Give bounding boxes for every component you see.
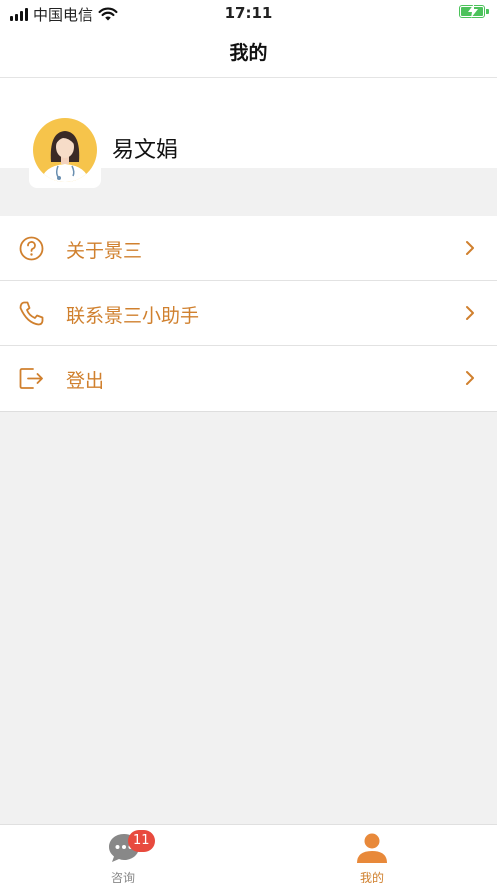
- status-time: 17:11: [224, 4, 273, 22]
- page-title: 我的: [229, 42, 268, 64]
- user-name: 易文娟: [112, 138, 179, 163]
- chevron-right-icon: [466, 371, 474, 385]
- unread-badge: 11: [128, 830, 155, 852]
- menu-list: 关于景三 联系景三小助手 登出: [0, 216, 497, 412]
- tab-label: 我的: [359, 871, 384, 883]
- tab-consult[interactable]: 11 咨询: [0, 825, 248, 883]
- tab-label: 咨询: [110, 871, 135, 883]
- profile-section: 易文娟: [0, 78, 497, 188]
- tab-bar: 11 咨询 我的: [0, 824, 497, 883]
- battery-icon: [459, 4, 489, 18]
- phone-icon: [19, 301, 44, 326]
- person-icon: [357, 833, 387, 863]
- menu-item-label: 关于景三: [66, 240, 143, 262]
- chevron-right-icon: [466, 241, 474, 255]
- chevron-right-icon: [466, 306, 474, 320]
- nav-bar: 我的: [0, 26, 497, 78]
- doctor-avatar-icon: [41, 131, 89, 182]
- charging-bolt-icon: [468, 4, 478, 18]
- question-circle-icon: [19, 236, 44, 261]
- tab-mine[interactable]: 我的: [249, 825, 497, 883]
- status-bar: 中国电信 17:11: [0, 0, 497, 26]
- menu-item-label: 登出: [66, 370, 105, 392]
- menu-item-about[interactable]: 关于景三: [0, 216, 497, 281]
- menu-item-label: 联系景三小助手: [66, 305, 200, 327]
- avatar[interactable]: [29, 116, 101, 188]
- menu-item-contact[interactable]: 联系景三小助手: [0, 281, 497, 346]
- menu-item-logout[interactable]: 登出: [0, 346, 497, 411]
- logout-icon: [19, 368, 43, 389]
